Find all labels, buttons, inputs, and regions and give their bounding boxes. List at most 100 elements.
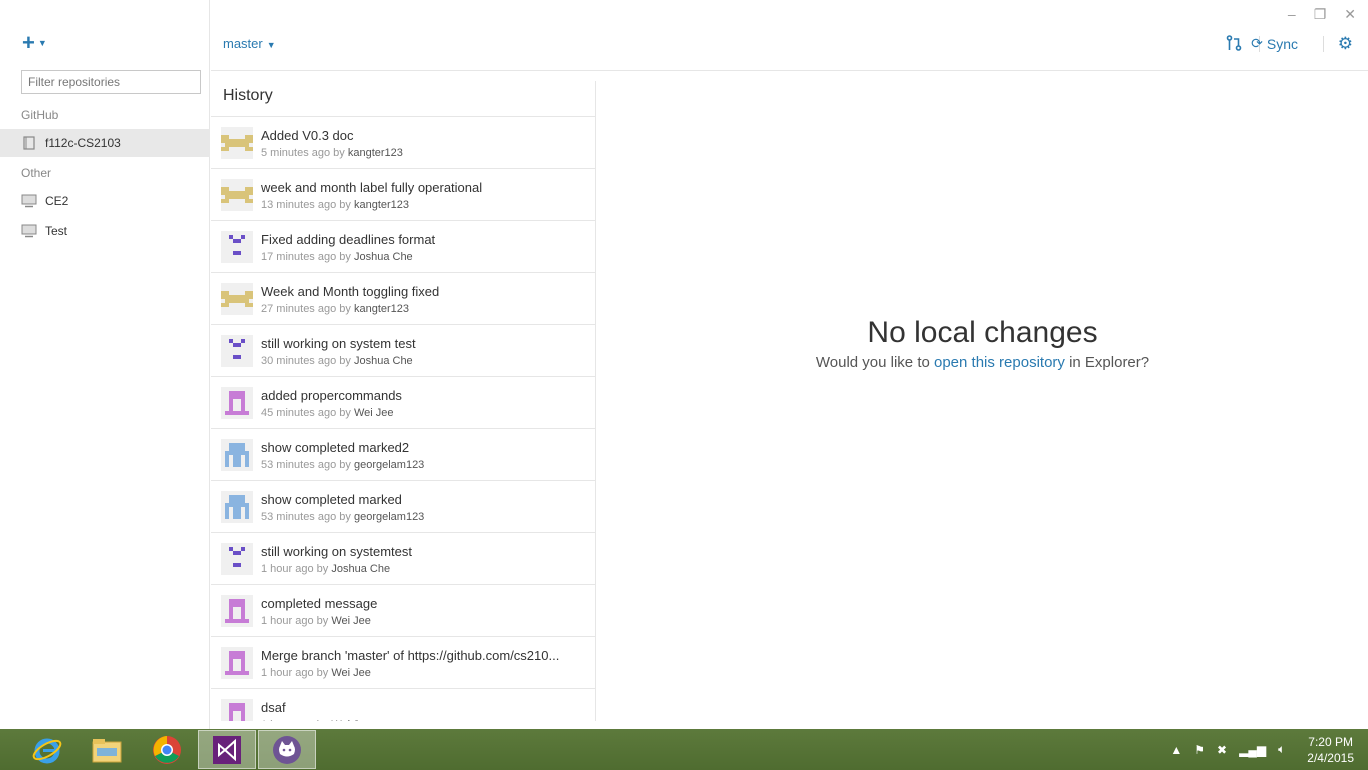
history-title: History [211,81,595,117]
sync-icon: ⟳ [1251,35,1263,51]
commit-by: by [333,147,345,159]
history-panel: History Added V0.3 doc 5 minutes ago by k… [211,81,596,721]
commit-message: completed message [261,596,378,611]
maximize-button[interactable]: ❐ [1314,6,1327,23]
close-button[interactable]: ✕ [1344,6,1356,23]
sync-label: Sync [1266,35,1298,52]
chrome-icon [153,735,181,764]
commit-meta: 53 minutes ago by georgelam123 [261,459,424,471]
network-disconnected-icon[interactable]: ✖ [1217,743,1227,757]
commit-author: Wei Jee [331,667,371,679]
chevron-down-icon: ▼ [37,38,47,48]
commit-time: 13 minutes ago [261,199,337,211]
commit-meta: 5 minutes ago by kangter123 [261,147,403,159]
empty-state-title: No local changes [867,316,1098,349]
commit-row[interactable]: Merge branch 'master' of https://github.… [211,637,595,689]
internet-explorer-icon [32,738,62,763]
commit-row[interactable]: added propercommands 45 minutes ago by We… [211,377,595,429]
avatar [221,179,253,211]
empty-state-suffix: in Explorer? [1064,354,1150,371]
computer-icon [21,224,37,238]
taskbar-file-explorer[interactable] [78,730,136,769]
avatar [221,491,253,523]
repo-item-test[interactable]: Test [0,217,210,245]
commit-row[interactable]: dsaf 1 hour ago by Wei Jee [211,689,595,721]
taskbar: ▲ ⚑ ✖ ▂▄▆ 🔈︎ 7:20 PM 2/4/2015 [0,729,1368,770]
taskbar-github[interactable] [258,730,316,769]
taskbar-internet-explorer[interactable] [18,730,76,769]
clock-time: 7:20 PM [1308,734,1353,749]
branch-selector[interactable]: master ▼ [223,36,276,51]
filter-repositories-input[interactable] [21,70,201,94]
commit-message: show completed marked2 [261,440,410,455]
pull-request-icon[interactable] [1226,34,1242,52]
commit-author: Wei Jee [331,719,371,721]
commit-meta: 17 minutes ago by Joshua Che [261,251,413,263]
chevron-up-icon[interactable]: ▲ [1170,743,1182,757]
commit-row[interactable]: Week and Month toggling fixed 27 minutes … [211,273,595,325]
commit-message: still working on systemtest [261,544,412,559]
commit-by: by [339,303,351,315]
section-label-github: GitHub [21,108,59,122]
commit-author: georgelam123 [353,459,425,471]
commit-by: by [339,407,351,419]
commit-by: by [316,563,329,575]
commit-row[interactable]: show completed marked2 53 minutes ago by … [211,429,595,481]
commit-message: Merge branch 'master' of https://github.… [261,648,560,663]
visual-studio-icon [213,735,241,764]
commit-time: 1 hour ago [261,615,314,627]
commit-message: Added V0.3 doc [261,128,354,143]
signal-icon[interactable]: ▂▄▆ [1239,743,1266,757]
commit-message: Week and Month toggling fixed [261,284,440,299]
window-controls: – ❐ ✕ [1288,6,1356,23]
commit-author: Joshua Che [353,355,413,367]
commit-row[interactable]: Added V0.3 doc 5 minutes ago by kangter12… [211,117,595,169]
avatar [221,439,253,471]
avatar [221,647,253,679]
taskbar-visual-studio[interactable] [198,730,256,769]
volume-icon[interactable]: 🔈︎ [1278,742,1285,757]
commit-row[interactable]: show completed marked 53 minutes ago by g… [211,481,595,533]
commit-meta: 13 minutes ago by kangter123 [261,199,409,211]
commit-row[interactable]: completed message 1 hour ago by Wei Jee [211,585,595,637]
empty-state-prefix: Would you like to [815,354,934,371]
repo-item-ce2[interactable]: CE2 [0,187,210,215]
commit-message: added propercommands [261,388,402,403]
commit-author: Joshua Che [353,251,413,263]
commit-meta: 1 hour ago by Wei Jee [261,615,371,627]
avatar [221,699,253,721]
repo-item-f112c-cs2103[interactable]: f112c-CS2103 [0,129,210,157]
clock[interactable]: 7:20 PM 2/4/2015 [1307,734,1354,766]
avatar [221,231,253,263]
commit-row[interactable]: Fixed adding deadlines format 17 minutes … [211,221,595,273]
commit-meta: 53 minutes ago by georgelam123 [261,511,424,523]
commit-time: 30 minutes ago [261,355,337,367]
commit-author: Joshua Che [331,563,391,575]
commit-list: Added V0.3 doc 5 minutes ago by kangter12… [211,117,595,721]
flag-icon[interactable]: ⚑ [1194,743,1205,757]
commit-author: kangter123 [347,147,403,159]
commit-by: by [339,459,351,471]
repo-name: Test [45,224,68,238]
avatar [221,335,253,367]
commit-row[interactable]: still working on systemtest 1 hour ago by… [211,533,595,585]
empty-state-message: Would you like to open this repository i… [597,354,1368,371]
add-repository-button[interactable]: + ▼ [22,32,47,54]
commit-time: 53 minutes ago [261,511,337,523]
commit-author: Wei Jee [331,615,371,627]
open-repository-link[interactable]: open this repository [934,354,1065,371]
commit-row[interactable]: week and month label fully operational 13… [211,169,595,221]
commit-author: georgelam123 [353,511,425,523]
commit-time: 1 hour ago [261,667,314,679]
minimize-button[interactable]: – [1288,6,1296,23]
commit-meta: 1 hour ago by Joshua Che [261,563,390,575]
commit-time: 53 minutes ago [261,459,337,471]
commit-row[interactable]: still working on system test 30 minutes a… [211,325,595,377]
github-octocat-icon [273,735,301,764]
avatar [221,127,253,159]
gear-icon[interactable]: ⚙ [1338,34,1353,54]
sync-button[interactable]: ⟳ Sync [1251,35,1298,52]
taskbar-chrome[interactable] [138,730,196,769]
commit-meta: 1 hour ago by Wei Jee [261,719,371,721]
commit-time: 45 minutes ago [261,407,337,419]
